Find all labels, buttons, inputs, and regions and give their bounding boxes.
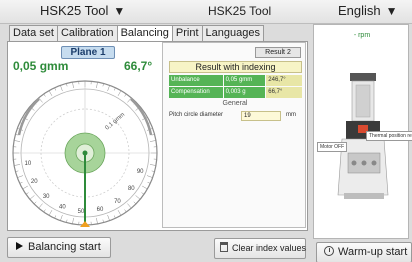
pitch-circle-label: Pitch circle diameter (169, 112, 224, 118)
result-value: 0,003 g (223, 87, 266, 98)
dial-tick-label: 30 (43, 194, 50, 200)
result-row-compensation: Compensation 0,003 g 66,7° (169, 87, 303, 98)
warmup-start-label: Warm-up start (338, 246, 408, 258)
tab-balancing[interactable]: Balancing (116, 25, 173, 41)
result-label: Unbalance (169, 75, 223, 86)
result-value: 0,05 gmm (223, 75, 266, 86)
window-title: HSK25 Tool (208, 4, 272, 18)
angle-value: 66,7° (124, 59, 153, 73)
tab-print[interactable]: Print (171, 25, 203, 41)
result-angle: 246,7° (266, 75, 303, 86)
pitch-circle-input[interactable]: 19 (241, 111, 281, 121)
tab-data-set[interactable]: Data set (9, 25, 58, 41)
motor-status: Motor OFF (317, 142, 348, 152)
machine-panel: - rpm Motor OFF Thermal position reached (313, 24, 412, 239)
dial-tick-label: 80 (128, 186, 135, 192)
dial-tick-label: 40 (59, 204, 66, 210)
result-tab-label: Result 2 (265, 49, 291, 56)
result-row-unbalance: Unbalance 0,05 gmm 246,7° (169, 75, 303, 86)
language-label: English (338, 3, 381, 18)
rpm-display: - rpm (353, 32, 371, 39)
result-header: Result with indexing (169, 61, 302, 73)
tab-calibration[interactable]: Calibration (56, 25, 118, 41)
result-tab[interactable]: Result 2 (255, 47, 301, 58)
dial-tick-label: 70 (114, 199, 121, 205)
clock-icon (324, 246, 334, 256)
tool-select-label: HSK25 Tool (40, 3, 109, 18)
plane-label[interactable]: Plane 1 (61, 46, 115, 59)
result-angle: 66,7° (266, 87, 303, 98)
balancing-panel: Plane 1 0,05 gmm 66,7° 0,1 gmm 10 20 30 40 5… (7, 41, 308, 231)
tab-bar: Data set Calibration Balancing Print Lan… (9, 25, 264, 41)
language-select[interactable]: English ▼ (338, 3, 398, 18)
pitch-circle-unit: mm (286, 112, 296, 118)
result-label: Compensation (169, 87, 223, 98)
balancing-start-button[interactable]: Balancing start (7, 237, 111, 258)
balancing-start-label: Balancing start (28, 241, 101, 253)
polar-dial: 0,1 gmm 1020304050 60708090 (12, 80, 158, 227)
tab-languages[interactable]: Languages (201, 25, 264, 41)
dial-tick-label: 10 (25, 161, 32, 167)
general-heading: General (222, 100, 248, 107)
clear-index-button[interactable]: Clear index values (214, 238, 306, 259)
chevron-down-icon: ▼ (113, 4, 126, 18)
dial-tick-label: 50 (78, 209, 85, 215)
thermal-status: Thermal position reached (366, 131, 412, 141)
play-icon (16, 242, 23, 250)
results-panel: Result 2 Result with indexing Unbalance … (162, 42, 306, 228)
clear-index-label: Clear index values (232, 243, 307, 253)
warmup-start-button[interactable]: Warm-up start (316, 242, 412, 262)
trash-icon (220, 242, 228, 252)
dial-tick-label: 90 (137, 169, 144, 175)
unbalance-value: 0,05 gmm (13, 59, 69, 73)
tool-select[interactable]: HSK25 Tool ▼ (40, 3, 125, 18)
chevron-down-icon: ▼ (385, 4, 398, 18)
top-bar: HSK25 Tool ▼ HSK25 Tool English ▼ (0, 0, 412, 24)
dial-tick-label: 20 (31, 179, 38, 185)
dial-tick-label: 60 (97, 207, 104, 213)
